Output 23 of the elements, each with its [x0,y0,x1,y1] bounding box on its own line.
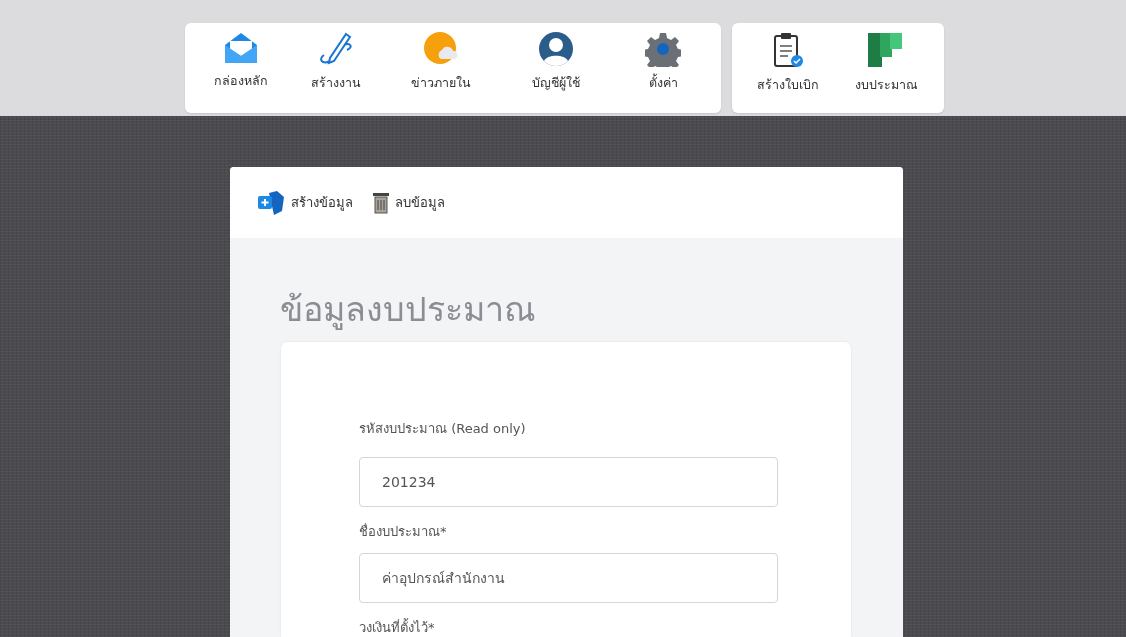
nav-item[interactable]: ตั้งค่า [613,23,713,113]
nav-item[interactable]: กล่องหลัก [193,23,288,113]
trash-icon [373,191,389,214]
nav-item[interactable]: สร้างงาน [288,23,383,113]
weather-icon [422,31,459,67]
add-icon [257,189,285,216]
nav-item[interactable]: งบประมาณ [836,23,936,113]
delete-button[interactable]: ลบข้อมูล [373,191,445,214]
nav-item[interactable]: บัญชีผู้ใช้ [498,23,613,113]
user-avatar-icon [537,31,574,67]
field-label: วงเงินที่ตั้งไว้* [359,617,436,637]
page-title: ข้อมูลงบประมาณ [280,288,537,332]
field-label: ชื่องบประมาณ* [359,522,448,541]
planner-icon [868,31,904,69]
input-field[interactable]: ค่าอุปกรณ์สำนักงาน [359,553,778,603]
gear-icon [645,31,681,67]
clipboard-check-icon [772,31,804,69]
envelope-icon [222,31,259,65]
nav-item[interactable]: ข่าวภายใน [383,23,498,113]
field-label: รหัสงบประมาณ (Read only) [359,420,527,438]
create-button[interactable]: สร้างข้อมูล [257,189,353,216]
nav-item[interactable]: สร้างใบเบิก [740,23,836,113]
input-field[interactable]: 201234 [359,457,778,507]
